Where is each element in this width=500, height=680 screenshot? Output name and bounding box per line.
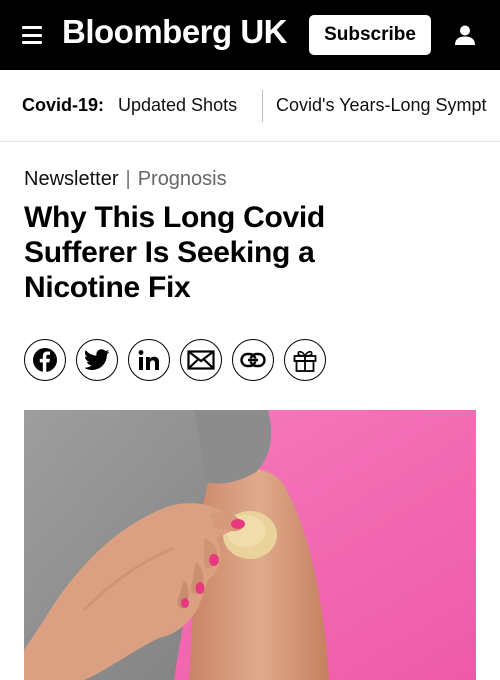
hero-image: [24, 410, 476, 680]
topic-link-long-covid[interactable]: Covid's Years-Long Sympt: [276, 95, 487, 116]
user-account-icon[interactable]: [454, 24, 476, 46]
share-toolbar: [24, 339, 326, 381]
copy-link-icon: [240, 352, 266, 368]
kicker-type[interactable]: Newsletter: [24, 168, 118, 190]
share-email-button[interactable]: [180, 339, 222, 381]
kicker-section[interactable]: Prognosis: [138, 168, 227, 190]
headline-line: Why This Long Covid: [24, 201, 325, 234]
headline-line: Sufferer Is Seeking a: [24, 236, 315, 269]
copy-link-button[interactable]: [232, 339, 274, 381]
subscribe-button[interactable]: Subscribe: [309, 15, 431, 55]
top-navigation-bar: Bloomberg UK Subscribe: [0, 0, 500, 70]
topic-link-updated-shots[interactable]: Updated Shots: [118, 95, 237, 116]
brand-logo[interactable]: Bloomberg UK: [62, 13, 288, 51]
gift-article-button[interactable]: [284, 339, 326, 381]
topic-divider: [262, 90, 263, 122]
share-linkedin-button[interactable]: [128, 339, 170, 381]
linkedin-icon: [138, 350, 159, 370]
share-twitter-button[interactable]: [76, 339, 118, 381]
article-headline: Why This Long Covid Sufferer Is Seeking …: [24, 200, 424, 305]
topic-strip: Covid-19: Updated Shots Covid's Years-Lo…: [0, 70, 500, 142]
twitter-icon: [84, 349, 110, 370]
headline-line: Nicotine Fix: [24, 271, 191, 304]
hamburger-menu-icon[interactable]: [22, 26, 42, 44]
share-facebook-button[interactable]: [24, 339, 66, 381]
article-kicker: Newsletter | Prognosis: [24, 168, 227, 191]
hero-photo-arm-patch: [24, 410, 476, 680]
kicker-separator: |: [125, 168, 131, 190]
gift-article-icon: [293, 350, 317, 372]
facebook-icon: [33, 348, 57, 372]
topic-label: Covid-19:: [22, 95, 105, 115]
email-icon: [187, 350, 215, 370]
